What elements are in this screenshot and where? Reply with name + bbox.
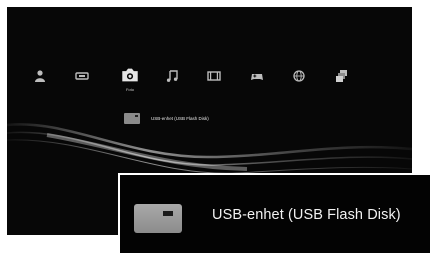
- photo-camera-icon[interactable]: [120, 66, 140, 84]
- playstation-network-icon[interactable]: [335, 69, 349, 83]
- usb-drive-icon: [134, 204, 182, 233]
- users-icon[interactable]: [33, 69, 47, 83]
- zoom-callout: USB-enhet (USB Flash Disk): [118, 173, 432, 255]
- network-globe-icon[interactable]: [292, 69, 306, 83]
- music-note-icon[interactable]: [165, 69, 179, 83]
- game-controller-icon[interactable]: [250, 69, 264, 83]
- usb-drive-icon: [124, 113, 140, 124]
- usb-device-item[interactable]: USB-enhet (USB Flash Disk): [124, 113, 209, 124]
- settings-icon[interactable]: [75, 69, 89, 83]
- video-icon[interactable]: [207, 69, 221, 83]
- usb-device-label-zoomed: USB-enhet (USB Flash Disk): [212, 207, 401, 223]
- category-label: Foto: [125, 87, 134, 92]
- usb-device-label: USB-enhet (USB Flash Disk): [151, 116, 209, 121]
